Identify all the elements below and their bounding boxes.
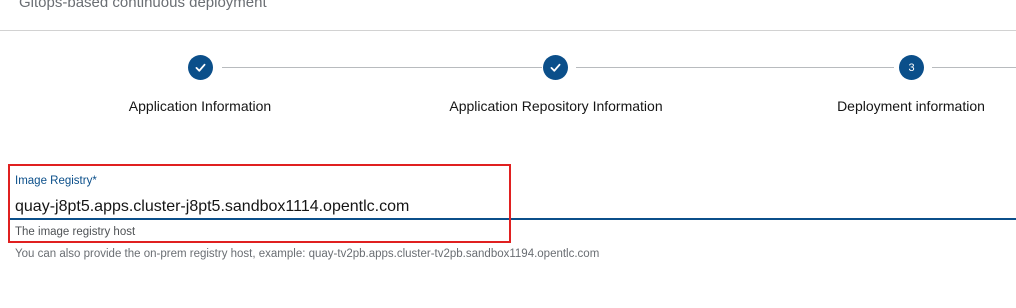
step-2-indicator[interactable] <box>543 55 568 80</box>
step-1-label[interactable]: Application Information <box>129 98 271 114</box>
stepper: 3 Application Information Application Re… <box>0 31 1016 131</box>
check-icon <box>550 63 561 72</box>
image-registry-label-text: Image Registry <box>15 175 93 187</box>
page-subtitle: Gitops-based continuous deployment <box>19 0 267 11</box>
step-3-indicator[interactable]: 3 <box>899 55 924 80</box>
step-3-label[interactable]: Deployment information <box>837 98 985 114</box>
step-1-indicator[interactable] <box>188 55 213 80</box>
page-header: Gitops-based continuous deployment <box>0 0 1016 31</box>
image-registry-helper: The image registry host <box>15 226 136 238</box>
step-connector-3 <box>932 67 1016 68</box>
image-registry-underline <box>8 218 1016 220</box>
step-connector-2 <box>576 67 894 68</box>
required-marker: * <box>92 175 97 187</box>
step-3-number: 3 <box>908 61 915 74</box>
step-connector-1 <box>222 67 542 68</box>
step-2-label[interactable]: Application Repository Information <box>449 98 662 114</box>
check-icon <box>195 63 206 72</box>
image-registry-extra-helper: You can also provide the on-prem registr… <box>15 248 600 260</box>
image-registry-input[interactable] <box>15 195 1016 218</box>
image-registry-label: Image Registry* <box>15 175 97 187</box>
